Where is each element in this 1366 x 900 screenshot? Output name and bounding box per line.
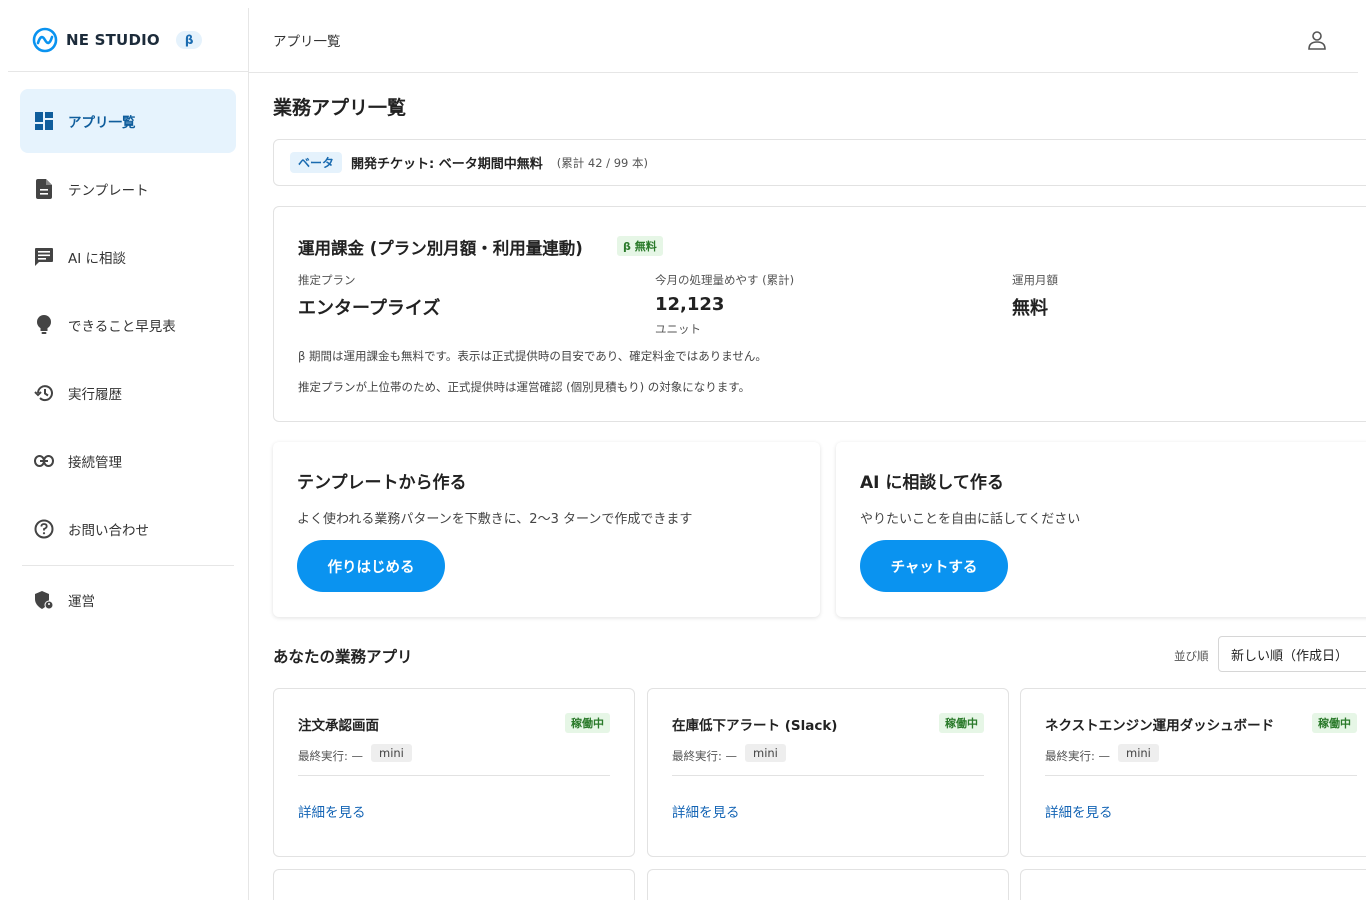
breadcrumb: アプリ一覧 [273,34,341,50]
free-badge: β 無料 [617,236,663,256]
top-bar: アプリ一覧 [249,8,1358,73]
plan-stat: 推定プラン エンタープライズ [298,272,440,320]
document-icon [34,179,54,199]
sidebar-item-ai[interactable]: AI に相談 [20,225,236,289]
user-icon[interactable] [1306,29,1328,51]
sort-label: 並び順 [1174,649,1209,663]
admin-shield-icon [34,590,54,610]
sidebar-item-history[interactable]: 実行履歴 [20,361,236,425]
sidebar-divider [22,565,234,566]
cta-title: テンプレートから作る [297,473,467,493]
card-divider [298,775,610,776]
monthly-label: 運用月額 [1012,273,1058,287]
sidebar-item-apps[interactable]: アプリ一覧 [20,89,236,153]
last-run: 最終実行: — [1045,749,1111,763]
apps-section-title: あなたの業務アプリ [273,648,413,666]
brand-name: NE STUDIO [66,30,160,49]
page-title: 業務アプリ一覧 [273,97,407,119]
sidebar-item-label: AI に相談 [68,251,127,267]
app-card-partial[interactable] [1020,869,1366,900]
size-tag: mini [745,744,786,762]
chat-button[interactable]: チャットする [860,540,1008,592]
sidebar-item-label: 実行履歴 [68,387,122,403]
beta-ticket-count: (累計 42 / 99 本) [556,155,648,170]
app-card[interactable]: 在庫低下アラート (Slack) 稼働中 最終実行: — mini 詳細を見る [647,688,1009,857]
billing-title: 運用課金 (プラン別月額・利用量連動) [298,239,583,258]
sidebar: NE STUDIO β アプリ一覧 テンプレート AI に相談 できること早見表… [8,8,249,900]
beta-badge: β [175,30,203,49]
billing-note: 推定プランが上位帯のため、正式提供時は運営確認 (個別見積もり) の対象になりま… [298,380,751,394]
size-tag: mini [371,744,412,762]
app-name: 在庫低下アラート (Slack) [672,718,838,734]
cta-subtitle: やりたいことを自由に話してください [860,512,1081,527]
history-icon [34,383,54,403]
sidebar-item-contact[interactable]: お問い合わせ [20,497,236,561]
start-template-button[interactable]: 作りはじめる [297,540,445,592]
app-card[interactable]: 注文承認画面 稼働中 最終実行: — mini 詳細を見る [273,688,635,857]
status-badge: 稼働中 [565,713,610,733]
beta-ticket-text: 開発チケット: ベータ期間中無料 [351,157,543,172]
beta-tag: ベータ [290,152,343,173]
sidebar-item-admin[interactable]: 運営 [20,568,236,632]
app-name: ネクストエンジン運用ダッシュボード [1045,718,1275,734]
usage-value: 12,123 [655,294,725,315]
cta-subtitle: よく使われる業務パターンを下敷きに、2〜3 ターンで作成できます [297,512,693,527]
sidebar-item-label: できること早見表 [68,319,176,335]
chat-icon [34,247,54,267]
sort-select[interactable]: 新しい順（作成日） [1218,636,1366,672]
status-badge: 稼働中 [1312,713,1357,733]
app-card[interactable]: ネクストエンジン運用ダッシュボード 稼働中 最終実行: — mini 詳細を見る [1020,688,1366,857]
monthly-value: 無料 [1012,298,1048,319]
sidebar-item-label: 運営 [68,594,95,610]
sidebar-item-connections[interactable]: 接続管理 [20,429,236,493]
sidebar-nav: アプリ一覧 テンプレート AI に相談 できること早見表 実行履歴 接続管理 お… [8,72,248,632]
beta-ticket-banner: ベータ 開発チケット: ベータ期間中無料 (累計 42 / 99 本) [273,139,1366,186]
help-icon [34,519,54,539]
sidebar-item-label: テンプレート [68,183,149,199]
detail-link[interactable]: 詳細を見る [298,801,366,821]
card-divider [672,775,984,776]
usage-stat: 今月の処理量めやす (累計) 12,123 ユニット [655,272,794,337]
detail-link[interactable]: 詳細を見る [1045,801,1113,821]
size-tag: mini [1118,744,1159,762]
app-name: 注文承認画面 [298,718,379,734]
sidebar-item-label: お問い合わせ [68,523,149,539]
usage-label: 今月の処理量めやす (累計) [655,273,795,287]
billing-note: β 期間は運用課金も無料です。表示は正式提供時の目安であり、確定料金ではありませ… [298,349,767,363]
brand[interactable]: NE STUDIO β [8,8,248,72]
monthly-stat: 運用月額 無料 [1012,272,1058,320]
logo-icon [32,27,58,52]
app-card-partial[interactable] [273,869,635,900]
app-card-partial[interactable] [647,869,1009,900]
last-run: 最終実行: — [672,749,738,763]
sidebar-item-cheatsheet[interactable]: できること早見表 [20,293,236,357]
card-divider [1045,775,1357,776]
sidebar-item-templates[interactable]: テンプレート [20,157,236,221]
sidebar-item-label: アプリ一覧 [68,115,136,131]
ai-cta-card: AI に相談して作る やりたいことを自由に話してください チャットする [836,442,1366,617]
cta-title: AI に相談して作る [860,473,1004,493]
detail-link[interactable]: 詳細を見る [672,801,740,821]
template-cta-card: テンプレートから作る よく使われる業務パターンを下敷きに、2〜3 ターンで作成で… [273,442,820,617]
link-icon [34,451,54,471]
billing-card: 運用課金 (プラン別月額・利用量連動) β 無料 推定プラン エンタープライズ … [273,206,1366,422]
plan-label: 推定プラン [298,273,356,287]
sidebar-item-label: 接続管理 [68,455,122,471]
last-run: 最終実行: — [298,749,364,763]
main-content: 業務アプリ一覧 ベータ 開発チケット: ベータ期間中無料 (累計 42 / 99… [273,73,1366,900]
lightbulb-icon [34,315,54,335]
status-badge: 稼働中 [939,713,984,733]
dashboard-icon [34,111,54,131]
plan-value: エンタープライズ [298,298,441,319]
usage-unit: ユニット [655,322,701,336]
